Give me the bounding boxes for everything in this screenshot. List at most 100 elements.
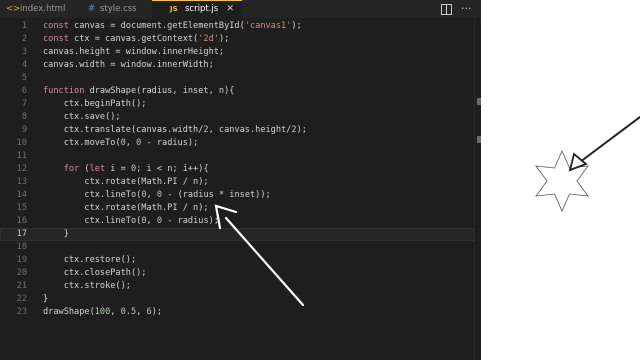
code-token: ctx.translate(canvas.width/ xyxy=(43,125,204,135)
code-text: ctx.rotate(Math.PI / n); xyxy=(43,202,209,215)
code-token: let xyxy=(89,164,106,174)
code-line[interactable]: 7 ctx.beginPath(); xyxy=(0,98,481,111)
code-line[interactable]: 18 xyxy=(0,241,481,254)
code-line[interactable]: 13 ctx.rotate(Math.PI / n); xyxy=(0,176,481,189)
canvas-preview xyxy=(481,0,640,360)
line-number: 14 xyxy=(16,190,27,200)
code-line[interactable]: 3 canvas.height = window.innerHeight; xyxy=(0,46,481,59)
code-line[interactable]: 12 for (let i = 0; i < n; i++){ xyxy=(0,163,481,176)
line-number: 18 xyxy=(16,242,27,252)
code-token: ); xyxy=(218,34,230,44)
code-text: ctx.restore(); xyxy=(43,254,136,267)
code-token: ctx.stroke(); xyxy=(43,281,131,291)
code-token: , xyxy=(125,138,137,148)
code-text: function drawShape(radius, inset, n){ xyxy=(43,85,234,98)
line-number: 13 xyxy=(16,177,27,187)
line-number: 3 xyxy=(21,47,27,57)
code-token: '2d' xyxy=(198,34,219,44)
code-token: const xyxy=(43,21,75,31)
line-number: 4 xyxy=(21,60,27,70)
code-token: , canvas.height/ xyxy=(208,125,292,135)
tab-label: style.css xyxy=(100,4,137,14)
code-line[interactable]: 2 const ctx = canvas.getContext('2d'); xyxy=(0,33,481,46)
code-line[interactable]: 23 drawShape(100, 0.5, 6); xyxy=(0,306,481,319)
code-text: } xyxy=(43,228,69,241)
star-shape xyxy=(535,150,589,212)
code-token: canvas.height = window.innerHeight; xyxy=(43,47,225,57)
line-number: 16 xyxy=(16,216,27,226)
code-line[interactable]: 8 ctx.save(); xyxy=(0,111,481,124)
code-token: ); xyxy=(296,125,307,135)
code-line[interactable]: 11 xyxy=(0,150,481,163)
tab-label: script.js xyxy=(185,4,219,14)
code-line[interactable]: 22} xyxy=(0,293,481,306)
code-token: , xyxy=(110,307,121,317)
code-token: ctx = canvas.getContext( xyxy=(74,34,199,44)
code-text: ctx.rotate(Math.PI / n); xyxy=(43,176,209,189)
code-text: const ctx = canvas.getContext('2d'); xyxy=(43,33,229,46)
code-text: drawShape(100, 0.5, 6); xyxy=(43,306,162,319)
line-number: 5 xyxy=(21,73,27,83)
code-token: ctx.rotate(Math.PI / n); xyxy=(43,177,209,187)
line-number: 6 xyxy=(21,86,27,96)
code-token: - (radius * inset)); xyxy=(162,190,271,200)
code-token: ctx.rotate(Math.PI / n); xyxy=(43,203,209,213)
tab-script-js[interactable]: JS script.js ✕ xyxy=(152,0,242,18)
line-number: 11 xyxy=(16,151,27,161)
code-line[interactable]: 5 xyxy=(0,72,481,85)
line-number: 17 xyxy=(16,229,27,239)
code-line[interactable]: 21 ctx.stroke(); xyxy=(0,280,481,293)
code-token: } xyxy=(43,294,49,304)
code-token: ctx.closePath(); xyxy=(43,268,147,278)
code-line[interactable]: 6 function drawShape(radius, inset, n){ xyxy=(0,85,481,98)
css-file-icon: # xyxy=(88,4,96,14)
tab-index-html[interactable]: <> index.html xyxy=(0,0,74,18)
code-token: , xyxy=(146,216,157,226)
code-line[interactable]: 15 ctx.rotate(Math.PI / n); xyxy=(0,202,481,215)
code-editor[interactable]: <> index.html # style.css JS script.js ✕… xyxy=(0,0,482,360)
code-line[interactable]: 4 canvas.width = window.innerWidth; xyxy=(0,59,481,72)
code-text: canvas.width = window.innerWidth; xyxy=(43,59,214,72)
code-line[interactable]: 10 ctx.moveTo(0, 0 - radius); xyxy=(0,137,481,150)
line-number: 2 xyxy=(21,34,27,44)
code-line[interactable]: 17 } xyxy=(0,228,481,241)
code-line[interactable]: 9 ctx.translate(canvas.width/2, canvas.h… xyxy=(0,124,481,137)
code-token: i = xyxy=(105,164,131,174)
code-text: ctx.moveTo(0, 0 - radius); xyxy=(43,137,199,150)
code-line[interactable]: 16 ctx.lineTo(0, 0 - radius); xyxy=(0,215,481,228)
code-token: 'canvas1' xyxy=(244,21,292,31)
code-token: ); xyxy=(151,307,163,317)
code-token: ; i < n; i++){ xyxy=(136,164,209,174)
code-token: ctx.restore(); xyxy=(43,255,137,265)
tab-label: index.html xyxy=(20,4,66,14)
code-token: , xyxy=(146,190,157,200)
split-editor-icon[interactable] xyxy=(441,0,452,18)
code-line[interactable]: 20 ctx.closePath(); xyxy=(0,267,481,280)
close-icon[interactable]: ✕ xyxy=(226,1,234,18)
line-number: 8 xyxy=(21,112,27,122)
code-line[interactable]: 19 ctx.restore(); xyxy=(0,254,481,267)
line-number: 22 xyxy=(16,294,27,304)
line-number: 7 xyxy=(21,99,27,109)
code-token: 100 xyxy=(94,307,111,317)
code-text: const canvas = document.getElementById('… xyxy=(43,20,302,33)
code-text: ctx.stroke(); xyxy=(43,280,131,293)
code-token: ctx.moveTo( xyxy=(43,138,121,148)
code-line[interactable]: 14 ctx.lineTo(0, 0 - (radius * inset)); xyxy=(0,189,481,202)
line-number: 15 xyxy=(16,203,27,213)
line-number: 19 xyxy=(16,255,27,265)
more-actions-icon[interactable]: ··· xyxy=(461,0,472,18)
code-line[interactable]: 1 const canvas = document.getElementById(… xyxy=(0,20,481,33)
code-token: } xyxy=(43,229,69,239)
code-text: ctx.closePath(); xyxy=(43,267,147,280)
code-text: } xyxy=(43,293,48,306)
tab-style-css[interactable]: # style.css xyxy=(74,0,152,18)
code-token: drawShape( xyxy=(43,307,95,317)
line-number: 9 xyxy=(21,125,27,135)
code-text: ctx.save(); xyxy=(43,111,121,124)
html-file-icon: <> xyxy=(6,4,21,14)
line-number: 21 xyxy=(16,281,27,291)
code-token: ); xyxy=(291,21,302,31)
code-token: ctx.save(); xyxy=(43,112,121,122)
